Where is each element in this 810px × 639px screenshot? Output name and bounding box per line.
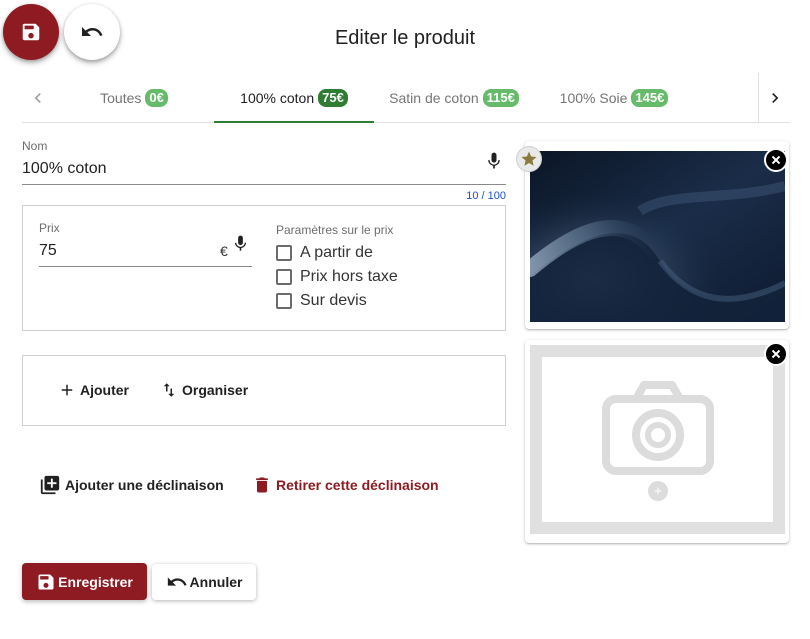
page-title: Editer le produit <box>334 27 476 49</box>
option-sur-devis[interactable]: Sur devis <box>276 292 367 310</box>
price-input[interactable]: 75 <box>39 242 209 260</box>
star-icon <box>521 151 537 166</box>
price-field-underline <box>39 266 252 267</box>
image-placeholder-frame <box>542 357 773 522</box>
price-badge: 115€ <box>482 88 519 107</box>
tab-label: Satin de coton <box>389 89 479 106</box>
microphone-icon <box>234 235 247 251</box>
price-badge: 145€ <box>631 88 669 107</box>
price-panel <box>22 205 506 331</box>
tab-satin-de-coton[interactable]: Satin de coton 115€ <box>374 73 534 122</box>
trash-icon <box>256 477 268 493</box>
add-variant-button[interactable]: Ajouter une déclinaison <box>39 474 224 496</box>
chevron-left-icon <box>34 92 41 103</box>
fabric-image <box>530 151 785 322</box>
set-main-image-button[interactable] <box>516 146 542 172</box>
organize-button[interactable]: Organiser <box>160 381 248 399</box>
checkbox[interactable] <box>276 293 292 309</box>
price-mic-button[interactable] <box>231 233 250 259</box>
plus-icon <box>61 384 73 396</box>
floppy-disk-icon <box>38 574 54 589</box>
close-icon <box>771 155 781 165</box>
price-field-label: Prix <box>39 221 60 235</box>
tab-label: Toutes <box>100 89 142 106</box>
option-label: Sur devis <box>300 292 367 309</box>
save-label: Enregistrer <box>58 573 133 590</box>
library-add-icon <box>40 475 60 495</box>
tabs-scroll-left-button[interactable] <box>22 73 54 122</box>
close-icon <box>771 349 781 359</box>
option-label: A partir de <box>300 244 373 261</box>
tab-100-coton[interactable]: 100% coton 75€ <box>214 73 374 123</box>
organize-label: Organiser <box>182 382 249 398</box>
cancel-label: Annuler <box>189 574 243 590</box>
save-button[interactable]: Enregistrer <box>22 563 147 600</box>
option-label: Prix hors taxe <box>300 268 398 285</box>
undo-icon <box>167 577 187 586</box>
name-mic-button[interactable] <box>484 150 504 177</box>
name-char-counter: 10 / 100 <box>466 190 506 202</box>
remove-image-button[interactable] <box>764 342 788 366</box>
product-photo[interactable] <box>530 151 785 322</box>
remove-image-button[interactable] <box>764 148 788 172</box>
add-item-label: Ajouter <box>80 382 129 398</box>
tabs-scroll-right-button[interactable] <box>758 73 790 122</box>
add-image-card[interactable] <box>525 340 789 543</box>
checkbox[interactable] <box>276 269 292 285</box>
swap-vertical-icon <box>163 383 175 397</box>
add-item-button[interactable]: Ajouter <box>58 381 129 399</box>
remove-variant-label: Retirer cette déclinaison <box>276 477 439 493</box>
option-prix-hors-taxe[interactable]: Prix hors taxe <box>276 268 398 286</box>
remove-variant-button[interactable]: Retirer cette déclinaison <box>252 475 439 495</box>
product-image-card <box>525 141 789 329</box>
tab-label: 100% coton <box>240 89 315 106</box>
name-field-label: Nom <box>22 139 48 153</box>
name-field-underline <box>22 184 506 185</box>
price-settings-title: Paramètres sur le prix <box>276 223 394 237</box>
camera-icon <box>602 381 714 475</box>
variant-tabs: Toutes 0€ 100% coton 75€ Satin de coton … <box>22 73 790 123</box>
cancel-button[interactable]: Annuler <box>152 564 256 600</box>
name-input[interactable]: 100% coton <box>22 160 482 178</box>
checkbox[interactable] <box>276 245 292 261</box>
price-badge: 0€ <box>145 88 168 107</box>
microphone-icon <box>488 152 500 169</box>
price-badge: 75€ <box>318 88 348 107</box>
tab-label: 100% Soie <box>559 89 628 106</box>
tab-100-soie[interactable]: 100% Soie 145€ <box>534 73 694 122</box>
add-variant-label: Ajouter une déclinaison <box>65 477 224 493</box>
tab-toutes[interactable]: Toutes 0€ <box>54 73 214 122</box>
currency-suffix: € <box>220 243 228 259</box>
image-placeholder <box>530 345 785 534</box>
add-photo-icon <box>648 481 668 501</box>
option-a-partir-de[interactable]: A partir de <box>276 244 373 262</box>
chevron-right-icon <box>771 92 778 103</box>
